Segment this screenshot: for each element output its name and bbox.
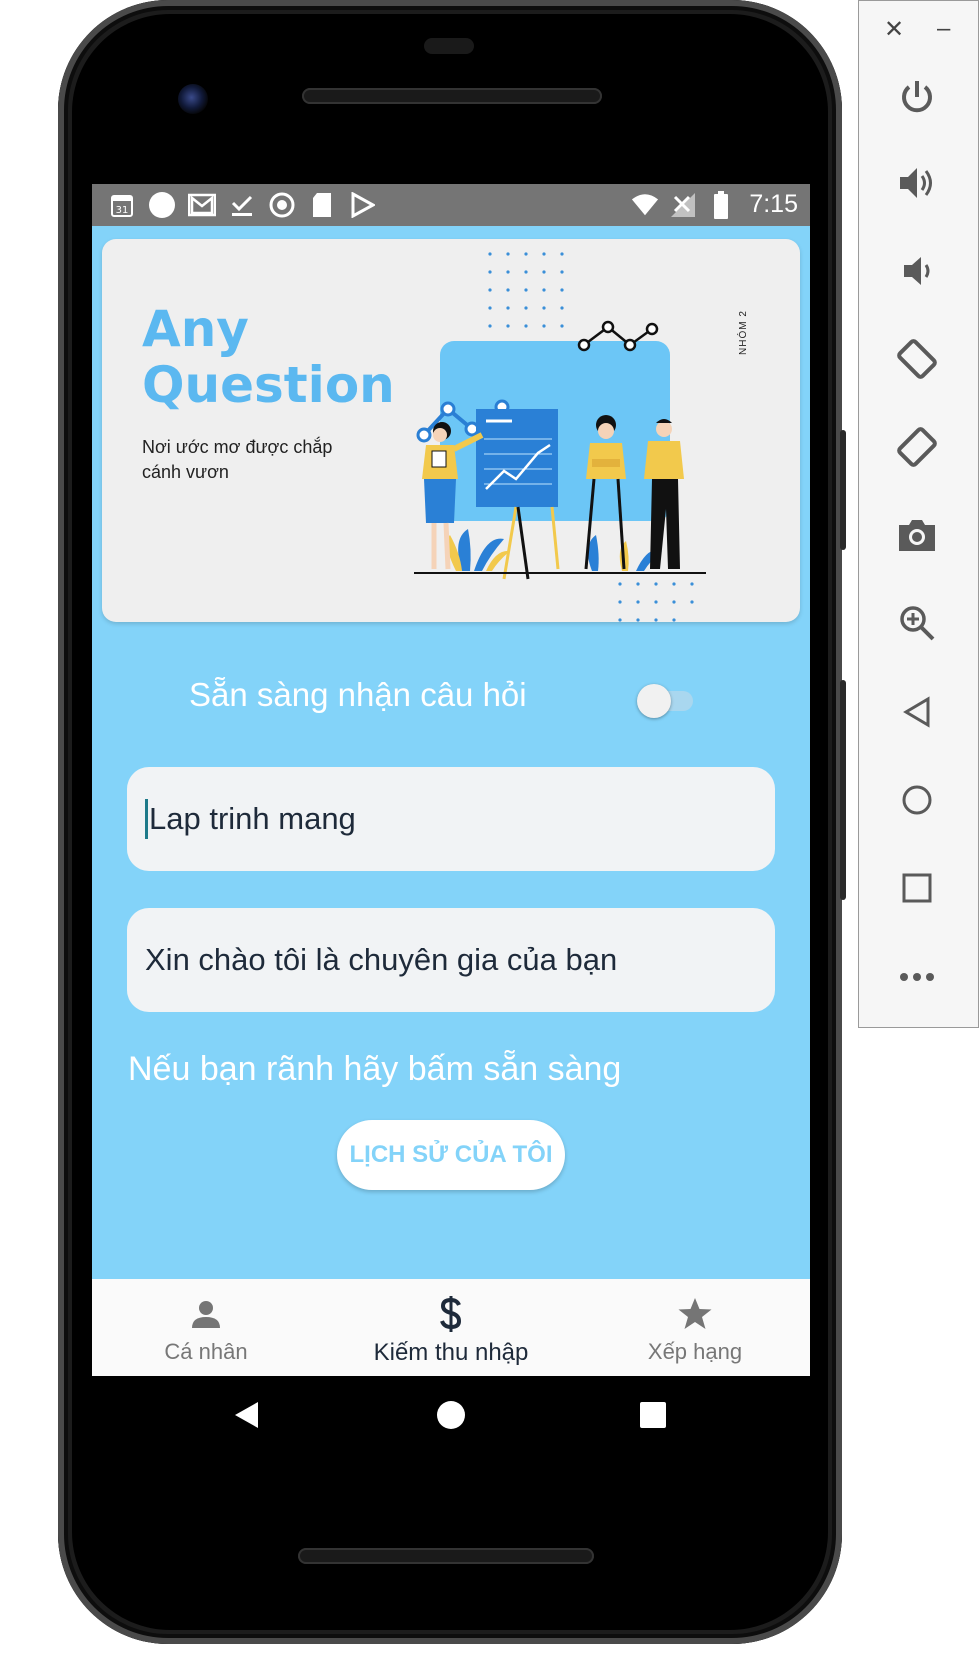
volume-down-icon[interactable]: [889, 243, 945, 299]
system-navigation-bar: [92, 1376, 810, 1456]
app-screen: 31 7:15 Any Question Nơi ước mơ được chắ…: [92, 184, 810, 1376]
person-icon: [190, 1295, 222, 1333]
bottom-speaker: [298, 1548, 594, 1564]
ready-toggle[interactable]: [637, 679, 697, 719]
overview-icon[interactable]: [889, 860, 945, 916]
back-icon[interactable]: [889, 684, 945, 740]
nav-item-earn[interactable]: Kiếm thu nhập: [331, 1279, 571, 1376]
nav-item-profile[interactable]: Cá nhân: [92, 1279, 326, 1376]
sd-card-icon: [308, 191, 336, 219]
dot-grid-top: [488, 252, 564, 328]
more-icon[interactable]: [889, 949, 945, 1005]
status-bar: 31 7:15: [92, 184, 810, 226]
bottom-navigation: Cá nhân Kiếm thu nhập Xếp hạng: [92, 1279, 810, 1376]
camera-icon[interactable]: [889, 507, 945, 563]
volume-up-icon[interactable]: [889, 155, 945, 211]
emulator-close-button[interactable]: ✕: [884, 15, 904, 44]
play-store-icon: [348, 191, 376, 219]
ready-toggle-label: Sẵn sàng nhận câu hỏi: [189, 676, 527, 713]
hint-text: Nếu bạn rãnh hãy bấm sẵn sàng: [128, 1050, 622, 1088]
wifi-icon: [631, 191, 659, 219]
nav-label-ranking: Xếp hạng: [647, 1339, 743, 1364]
device-power-key: [840, 430, 846, 550]
banner-title-line1: Any: [142, 300, 249, 358]
toggle-thumb[interactable]: [637, 684, 671, 718]
banner-subtitle: Nơi ước mơ được chắp cánh vươn: [142, 437, 333, 482]
greeting-field-value: Xin chào tôi là chuyên gia của bạn: [145, 942, 618, 977]
emulator-minimize-button[interactable]: –: [937, 15, 950, 43]
nav-item-ranking[interactable]: Xếp hạng: [575, 1279, 810, 1376]
status-clock: 7:15: [749, 190, 798, 218]
calendar-day: 31: [116, 205, 129, 216]
hero-banner: Any Question Nơi ước mơ được chắp cánh v…: [102, 239, 800, 622]
rotate-right-icon[interactable]: [889, 419, 945, 475]
calendar-icon: 31: [108, 191, 136, 219]
dot-grid-bottom: [618, 582, 694, 622]
history-button[interactable]: LỊCH SỬ CỦA TÔI: [337, 1120, 565, 1190]
banner-title-line2: Question: [142, 356, 395, 414]
earpiece-slot: [424, 38, 474, 54]
circle-icon: [148, 191, 176, 219]
nav-label-profile: Cá nhân: [164, 1339, 248, 1364]
text-caret: [145, 799, 148, 839]
battery-icon: [707, 190, 735, 219]
topic-field-value: Lap trinh mang: [149, 801, 356, 836]
topic-field[interactable]: Lap trinh mang: [127, 767, 775, 871]
emulator-toolbar: ✕ –: [858, 0, 979, 1028]
banner-title: Any Question: [142, 301, 402, 413]
greeting-field[interactable]: Xin chào tôi là chuyên gia của bạn: [127, 908, 775, 1012]
rotate-left-icon[interactable]: [889, 331, 945, 387]
home-icon[interactable]: [889, 772, 945, 828]
system-home-button[interactable]: [426, 1390, 476, 1440]
power-icon[interactable]: [889, 69, 945, 125]
team-illustration: [414, 252, 706, 622]
device-volume-keys: [840, 680, 846, 900]
radio-icon: [268, 191, 296, 219]
zoom-icon[interactable]: [889, 595, 945, 651]
front-camera: [178, 84, 208, 114]
system-overview-button[interactable]: [628, 1390, 678, 1440]
nav-label-earn: Kiếm thu nhập: [373, 1339, 529, 1366]
dollar-icon: [439, 1295, 463, 1333]
system-back-button[interactable]: [222, 1390, 272, 1440]
signal-off-icon: [669, 191, 697, 219]
download-done-icon: [228, 191, 256, 219]
star-icon: [677, 1295, 713, 1333]
gmail-icon: [188, 191, 216, 219]
top-speaker: [302, 88, 602, 104]
